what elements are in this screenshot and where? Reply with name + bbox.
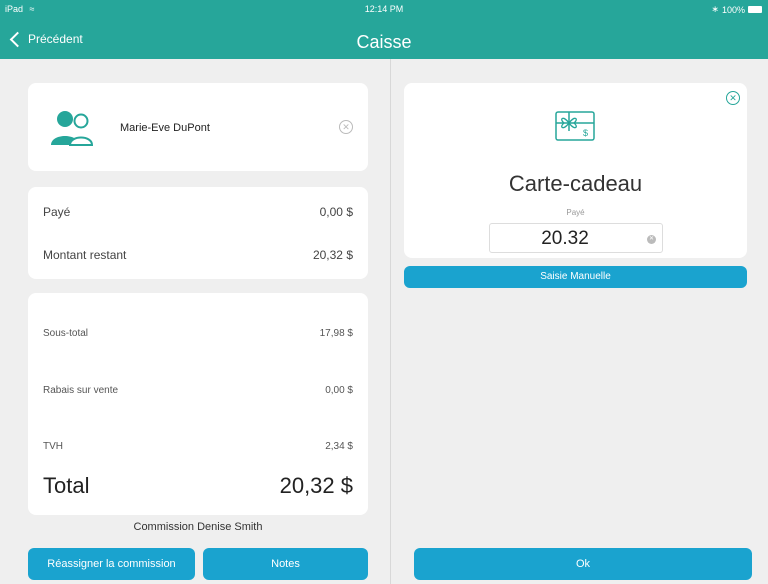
svg-text:$: $ [583, 128, 588, 138]
remaining-label: Montant restant [43, 248, 127, 262]
status-bar: iPad ≈ 12:14 PM ∗ 100% [0, 0, 768, 20]
navigation-bar: iPad ≈ 12:14 PM ∗ 100% Précédent Caisse [0, 0, 768, 59]
paid-label: Payé [43, 205, 71, 219]
paid-row: Payé 0,00 $ [43, 205, 353, 219]
payment-status-card: Payé 0,00 $ Montant restant 20,32 $ [28, 187, 368, 279]
tax-row: TVH 2,34 $ [43, 441, 353, 452]
amount-value: 20.32 [541, 228, 589, 249]
client-avatar-icon [51, 111, 94, 146]
ok-button[interactable]: Ok [414, 548, 752, 580]
total-row: Total 20,32 $ [43, 473, 353, 499]
remaining-value: 20,32 $ [312, 248, 353, 262]
reassign-commission-button[interactable]: Réassigner la commission [28, 548, 195, 580]
client-card[interactable]: Marie-Eve DuPont ✕ [28, 83, 368, 171]
discount-row: Rabais sur vente 0,00 $ [43, 385, 353, 396]
totals-card: Sous-total 17,98 $ Rabais sur vente 0,00… [28, 293, 368, 515]
status-battery: ∗ 100% [711, 4, 762, 15]
tax-label: TVH [43, 441, 63, 452]
notes-button[interactable]: Notes [203, 548, 368, 580]
battery-label: 100% [721, 4, 745, 15]
subtotal-row: Sous-total 17,98 $ [43, 328, 353, 339]
clear-client-icon[interactable]: ✕ [339, 120, 353, 134]
gift-card-icon: $ [555, 111, 595, 141]
tax-value: 2,34 $ [325, 441, 353, 452]
bluetooth-icon: ∗ [711, 4, 719, 14]
client-name: Marie-Eve DuPont [120, 122, 210, 134]
commission-label: Commission Denise Smith [133, 521, 263, 533]
subtotal-label: Sous-total [43, 328, 89, 339]
discount-label: Rabais sur vente [43, 385, 119, 396]
total-label: Total [43, 473, 90, 498]
clear-amount-icon[interactable]: ✕ [647, 235, 656, 244]
status-time: 12:14 PM [364, 4, 404, 14]
gift-card-payment-card: ✕ $ Carte-cadeau Payé 20.32 ✕ [404, 83, 747, 258]
gift-paid-label: Payé [566, 208, 585, 217]
battery-icon [748, 6, 762, 13]
subtotal-value: 17,98 $ [319, 328, 353, 339]
amount-input[interactable]: 20.32 ✕ [489, 223, 663, 253]
total-value: 20,32 $ [279, 473, 353, 498]
manual-entry-button[interactable]: Saisie Manuelle [404, 266, 747, 288]
remaining-row: Montant restant 20,32 $ [43, 248, 353, 262]
paid-value: 0,00 $ [319, 205, 353, 219]
gift-card-title: Carte-cadeau [508, 171, 643, 196]
payment-panel: ✕ $ Carte-cadeau Payé 20.32 ✕ Saisie Man… [391, 59, 768, 584]
discount-value: 0,00 $ [325, 385, 353, 396]
close-gift-card-icon[interactable]: ✕ [726, 91, 740, 105]
order-summary-panel: Marie-Eve DuPont ✕ Payé 0,00 $ Montant r… [0, 59, 390, 584]
page-title: Caisse [356, 32, 412, 52]
